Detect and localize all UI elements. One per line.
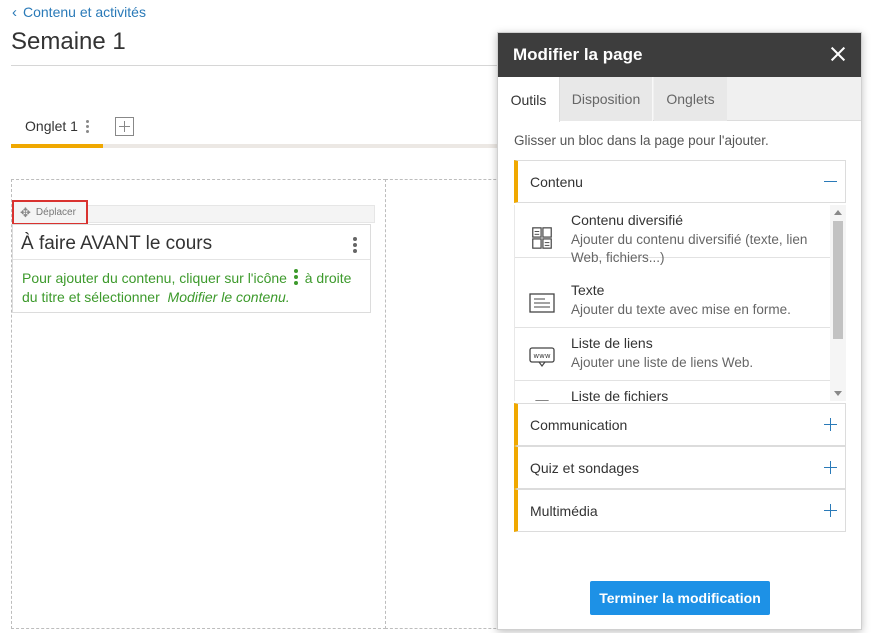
expand-icon[interactable] (824, 418, 837, 431)
text-icon (529, 293, 555, 313)
block-hint: Pour ajouter du contenu, cliquer sur l'i… (22, 269, 367, 307)
tool-texte[interactable]: Texte Ajouter du texte avec mise en form… (515, 275, 831, 328)
add-tab-icon[interactable] (115, 117, 134, 136)
collapse-icon[interactable] (824, 175, 837, 188)
www-link-icon: www (529, 347, 555, 367)
tool-list: Contenu diversifié Ajouter du contenu di… (514, 205, 846, 401)
chevron-left-icon: ‹ (12, 3, 17, 21)
close-icon[interactable] (829, 45, 847, 63)
section-multimedia[interactable]: Multimédia (514, 489, 846, 532)
section-contenu[interactable]: Contenu (514, 160, 846, 203)
mixed-content-icon (532, 227, 552, 249)
block-title: À faire AVANT le cours (21, 233, 213, 254)
tab-menu-icon[interactable] (85, 119, 89, 133)
tab-onglets[interactable]: Onglets (654, 77, 727, 121)
layout-column-2 (385, 179, 511, 629)
tool-name: Liste de fichiers (571, 388, 669, 401)
section-label: Communication (530, 416, 628, 433)
hint-text-before: Pour ajouter du contenu, cliquer sur l'i… (22, 270, 287, 286)
kebab-menu-icon (293, 269, 298, 286)
tool-name: Contenu diversifié (571, 212, 684, 228)
move-arrows-icon: ✥ (20, 204, 31, 220)
section-label: Contenu (530, 173, 583, 190)
tool-contenu-diversifie[interactable]: Contenu diversifié Ajouter du contenu di… (515, 205, 831, 265)
hint-action-text: Modifier le contenu. (167, 289, 290, 305)
panel-instructions: Glisser un bloc dans la page pour l'ajou… (514, 133, 769, 148)
move-label: Déplacer (35, 207, 76, 218)
svg-text:www: www (533, 352, 550, 360)
finish-editing-button[interactable]: Terminer la modification (590, 581, 770, 615)
block-menu-icon[interactable] (353, 237, 357, 253)
block-divider (13, 259, 370, 260)
back-link[interactable]: ‹ Contenu et activités (12, 4, 146, 20)
tool-name: Texte (571, 282, 605, 298)
tabs-track (103, 144, 511, 148)
tool-description: Ajouter une liste de liens Web. (571, 355, 754, 370)
panel-title: Modifier la page (513, 45, 643, 64)
tool-description: Ajouter du texte avec mise en forme. (571, 302, 791, 317)
scroll-down-icon[interactable] (834, 391, 842, 396)
section-quiz-et-sondages[interactable]: Quiz et sondages (514, 446, 846, 489)
page-title: Semaine 1 (11, 28, 126, 55)
scroll-thumb[interactable] (833, 221, 843, 339)
files-icon (535, 400, 549, 401)
section-label: Multimédia (530, 502, 598, 519)
panel-tabs: Outils Disposition Onglets (498, 77, 861, 122)
panel-header: Modifier la page (498, 33, 861, 77)
expand-icon[interactable] (824, 461, 837, 474)
section-label: Quiz et sondages (530, 459, 639, 476)
tool-description: Ajouter du contenu diversifié (texte, li… (571, 232, 808, 265)
active-tab-indicator (11, 144, 103, 148)
move-button[interactable]: ✥ Déplacer (12, 200, 88, 225)
tool-liste-de-liens[interactable]: www Liste de liens Ajouter une liste de … (515, 328, 831, 381)
tool-name: Liste de liens (571, 335, 653, 351)
page-tabs: Onglet 1 (11, 104, 511, 148)
tool-list-scrollbar[interactable] (830, 205, 846, 401)
tool-liste-de-fichiers[interactable]: Liste de fichiers (515, 381, 831, 401)
scroll-up-icon[interactable] (834, 210, 842, 215)
tab-outils[interactable]: Outils (498, 77, 560, 122)
edit-page-panel: Modifier la page Outils Disposition Ongl… (497, 32, 862, 630)
title-divider (11, 65, 511, 66)
back-link-label: Contenu et activités (23, 4, 146, 20)
tab-label: Onglet 1 (25, 118, 78, 134)
section-communication[interactable]: Communication (514, 403, 846, 446)
content-block: À faire AVANT le cours Pour ajouter du c… (12, 224, 371, 313)
tab-onglet-1[interactable]: Onglet 1 (11, 104, 103, 148)
tab-disposition[interactable]: Disposition (560, 77, 653, 121)
expand-icon[interactable] (824, 504, 837, 517)
